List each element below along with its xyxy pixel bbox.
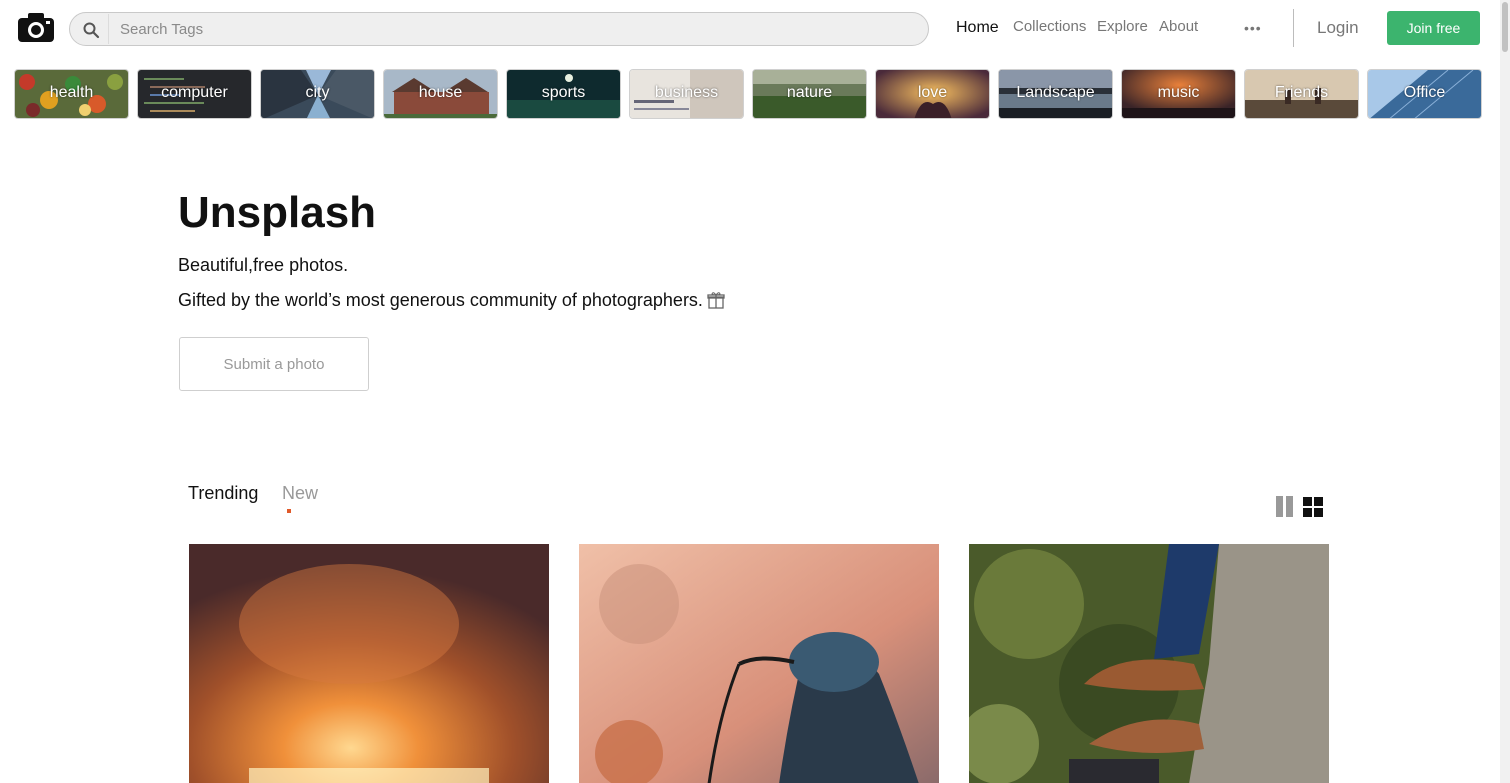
photo-singer-image xyxy=(579,544,939,783)
active-tab-indicator xyxy=(287,509,291,513)
photo-concert-image xyxy=(189,544,549,783)
tag-music[interactable]: music xyxy=(1121,69,1236,119)
photo-card-concert[interactable] xyxy=(189,544,549,783)
camera-logo-icon[interactable] xyxy=(18,12,54,42)
tag-label: house xyxy=(418,84,463,101)
more-menu-icon[interactable]: ••• xyxy=(1244,20,1262,36)
nav-collections-link[interactable]: Collections xyxy=(1013,18,1086,35)
tag-label: city xyxy=(305,84,330,101)
hero-description-text: Gifted by the world’s most generous comm… xyxy=(178,290,703,310)
nav-about-link[interactable]: About xyxy=(1159,18,1198,35)
photo-card-singer[interactable] xyxy=(579,544,939,783)
nav-explore-link[interactable]: Explore xyxy=(1097,18,1148,35)
photo-card-shoes[interactable] xyxy=(969,544,1329,783)
search-icon[interactable] xyxy=(82,21,100,39)
search-input[interactable] xyxy=(120,13,910,45)
tag-computer[interactable]: computer xyxy=(137,69,252,119)
hero-description: Gifted by the world’s most generous comm… xyxy=(178,290,725,311)
tag-label: Friends xyxy=(1274,84,1329,101)
hero-subtitle: Beautiful,free photos. xyxy=(178,255,349,275)
gift-icon xyxy=(707,292,725,309)
tag-office[interactable]: Office xyxy=(1367,69,1482,119)
tag-health[interactable]: health xyxy=(14,69,129,119)
top-navigation-bar: Home Collections Explore About ••• Login… xyxy=(0,0,1500,58)
tag-label: Landscape xyxy=(1016,84,1095,101)
tag-label: nature xyxy=(786,84,833,101)
submit-photo-button[interactable]: Submit a photo xyxy=(179,337,369,391)
tag-label: computer xyxy=(161,84,228,101)
page-scrollbar[interactable] xyxy=(1500,0,1510,783)
tag-business[interactable]: business xyxy=(629,69,744,119)
tag-label: Office xyxy=(1403,84,1446,101)
scrollbar-thumb[interactable] xyxy=(1502,2,1508,52)
tag-city[interactable]: city xyxy=(260,69,375,119)
grid-view-icon[interactable] xyxy=(1303,497,1323,517)
tab-trending[interactable]: Trending xyxy=(188,483,258,504)
tag-label: love xyxy=(917,84,948,101)
tag-sports[interactable]: sports xyxy=(506,69,621,119)
tag-label: business xyxy=(654,84,719,101)
tag-label: music xyxy=(1157,84,1200,101)
single-column-view-icon[interactable] xyxy=(1276,496,1293,517)
header-divider xyxy=(1293,9,1294,47)
tag-label: health xyxy=(49,84,94,101)
tag-label: sports xyxy=(541,84,586,101)
tag-landscape[interactable]: Landscape xyxy=(998,69,1113,119)
search-divider xyxy=(108,14,109,44)
photo-shoes-image xyxy=(969,544,1329,783)
tag-friends[interactable]: Friends xyxy=(1244,69,1359,119)
tab-new[interactable]: New xyxy=(282,483,318,504)
tag-house[interactable]: house xyxy=(383,69,498,119)
page-title: Unsplash xyxy=(178,188,377,237)
tag-nature[interactable]: nature xyxy=(752,69,867,119)
nav-home-link[interactable]: Home xyxy=(956,19,999,37)
tag-love[interactable]: love xyxy=(875,69,990,119)
login-link[interactable]: Login xyxy=(1317,18,1359,38)
search-bar xyxy=(69,12,929,46)
tag-strip: health computer city house sports busine… xyxy=(14,69,1484,119)
join-free-button[interactable]: Join free xyxy=(1387,11,1480,45)
